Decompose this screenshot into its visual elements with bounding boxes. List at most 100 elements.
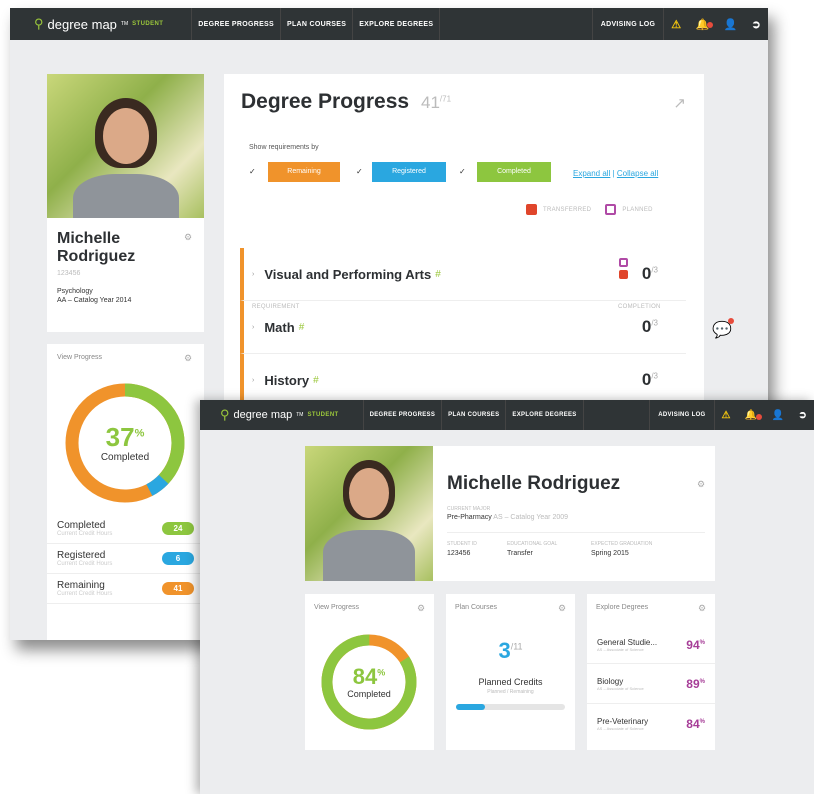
- planned-count: 3/11: [498, 638, 523, 663]
- share-icon[interactable]: ↗: [673, 94, 686, 112]
- check-icon[interactable]: ✓: [459, 168, 467, 176]
- requirement-count: 0/3: [641, 317, 658, 336]
- filter-registered[interactable]: Registered: [372, 162, 446, 182]
- map-pin-icon: ⚲: [220, 407, 230, 422]
- nav-plan-courses[interactable]: PLAN COURSES: [279, 8, 352, 40]
- progress-percent: 37%: [105, 422, 145, 452]
- nav-plan-courses[interactable]: PLAN COURSES: [441, 400, 505, 430]
- gear-icon[interactable]: ⚙: [184, 353, 192, 364]
- profile-card: Michelle Rodriguez ⚙ 123456 Psychology A…: [47, 74, 204, 332]
- profile-photo: [305, 446, 433, 581]
- check-icon[interactable]: ✓: [356, 168, 364, 176]
- card-title: View Progress: [57, 354, 103, 361]
- hash-icon: #: [313, 374, 319, 386]
- notification-dot: [707, 21, 714, 28]
- student-id-label: STUDENT ID: [447, 541, 477, 547]
- gear-icon[interactable]: ⚙: [184, 232, 192, 243]
- filter-completed[interactable]: Completed: [477, 162, 551, 182]
- gear-icon[interactable]: ⚙: [698, 603, 706, 614]
- count-badge: 6: [162, 552, 194, 565]
- progress-row[interactable]: Registered Current Credit Hours 6: [47, 544, 204, 574]
- card-title: Explore Degrees: [596, 604, 649, 611]
- card-title: Plan Courses: [455, 604, 498, 611]
- count-badge: 24: [162, 522, 194, 535]
- warning-icon[interactable]: ⚠: [715, 410, 738, 421]
- filter-bar: ✓ Remaining ✓ Registered ✓ Completed Exp…: [249, 162, 658, 182]
- card-title: View Progress: [314, 604, 360, 611]
- nav-explore-degrees[interactable]: EXPLORE DEGREES: [352, 8, 441, 40]
- hash-icon: #: [435, 268, 441, 280]
- list-item[interactable]: Biology AS – Associate of Science 89%: [587, 664, 715, 704]
- progress-rows: Completed Current Credit Hours 24 Registere…: [47, 514, 204, 604]
- warning-icon[interactable]: ⚠: [664, 18, 688, 31]
- transferred-icon: [526, 204, 537, 215]
- count-badge: 41: [162, 582, 194, 595]
- expand-collapse: Expand all | Collapse all: [573, 169, 659, 178]
- transferred-icon: [619, 270, 628, 279]
- top-nav: ⚲ degree map TM STUDENT DEGREE PROGRESS P…: [10, 8, 768, 40]
- planned-icon: [605, 204, 617, 215]
- list-item[interactable]: Pre-Veterinary AS – Associate of Science …: [587, 704, 715, 744]
- student-major: Pre-Pharmacy AS – Catalog Year 2009: [447, 514, 569, 521]
- gear-icon[interactable]: ⚙: [417, 603, 425, 614]
- gear-icon[interactable]: ⚙: [697, 479, 705, 490]
- bell-icon[interactable]: 🔔: [738, 410, 765, 421]
- progress-row[interactable]: Remaining Current Credit Hours 41: [47, 574, 204, 604]
- expand-all-link[interactable]: Expand all: [573, 169, 610, 178]
- profile-photo: [47, 74, 204, 218]
- logo[interactable]: ⚲ degree map TM STUDENT: [10, 16, 191, 32]
- nav-degree-progress[interactable]: DEGREE PROGRESS: [191, 8, 280, 40]
- list-item[interactable]: General Studie... AS – Associate of Scien…: [587, 626, 715, 664]
- requirement-count: 0/3: [641, 264, 658, 283]
- planned-label: Planned Credits: [478, 677, 543, 687]
- legend: TRANSFERRED PLANNED: [526, 204, 653, 215]
- nav-degree-progress[interactable]: DEGREE PROGRESS: [362, 400, 442, 430]
- progress-percent: 84%: [352, 664, 386, 689]
- student-id: 123456: [447, 550, 471, 557]
- degree-progress-panel: Degree Progress 41/71 ↗ Show requirement…: [224, 74, 704, 414]
- requirement-list: › Visual and Performing Arts # 0/3 › Math…: [240, 248, 686, 407]
- logo[interactable]: ⚲ degree map TM STUDENT: [200, 407, 363, 423]
- profile-card: Michelle Rodriguez ⚙ CURRENT MAJOR Pre-P…: [305, 446, 715, 581]
- hash-icon: #: [298, 321, 305, 333]
- expand-arrow-icon[interactable]: ›: [252, 324, 254, 331]
- filter-remaining[interactable]: Remaining: [268, 162, 340, 182]
- user-icon[interactable]: 👤: [765, 410, 792, 421]
- check-icon[interactable]: ✓: [249, 168, 257, 176]
- planned-sub: Planned / Remaining: [487, 689, 534, 695]
- student-major: Psychology: [57, 288, 93, 295]
- explore-degrees-card: Explore Degrees ⚙ General Studie... AS – …: [587, 594, 715, 750]
- bell-icon[interactable]: 🔔: [688, 18, 716, 31]
- progress-row[interactable]: Completed Current Credit Hours 24: [47, 514, 204, 544]
- graduation-label: EXPECTED GRADUATION: [591, 541, 653, 547]
- logout-icon[interactable]: ➲: [791, 410, 814, 421]
- expand-arrow-icon[interactable]: ›: [252, 271, 254, 278]
- show-by-label: Show requirements by: [249, 144, 319, 151]
- progress-label: Completed: [100, 452, 150, 463]
- collapse-all-link[interactable]: Collapse all: [617, 169, 658, 178]
- map-pin-icon: ⚲: [34, 16, 44, 31]
- planned-icon: [619, 258, 628, 267]
- notification-dot: [755, 413, 762, 420]
- progress-label: Completed: [347, 689, 391, 699]
- credit-count: 41/71: [421, 93, 452, 112]
- logout-icon[interactable]: ➲: [744, 18, 768, 31]
- gear-icon[interactable]: ⚙: [558, 603, 566, 614]
- nav-advising-log[interactable]: ADVISING LOG: [649, 400, 715, 430]
- planned-progress-bar: [456, 704, 565, 710]
- edu-goal-label: EDUCATIONAL GOAL: [507, 541, 558, 547]
- nav-explore-degrees[interactable]: EXPLORE DEGREES: [505, 400, 584, 430]
- requirement-row[interactable]: › Math # 0/3: [240, 301, 686, 354]
- student-name: Michelle Rodriguez: [57, 230, 136, 265]
- requirement-row[interactable]: › Visual and Performing Arts # 0/3: [240, 248, 686, 301]
- chat-icon[interactable]: 💬: [712, 318, 734, 340]
- requirement-count: 0/3: [641, 370, 658, 389]
- user-icon[interactable]: 👤: [716, 18, 744, 31]
- degree-list: General Studie... AS – Associate of Scien…: [587, 626, 715, 744]
- major-label: CURRENT MAJOR: [447, 506, 491, 512]
- student-name: Michelle Rodriguez: [447, 473, 621, 494]
- nav-advising-log[interactable]: ADVISING LOG: [591, 8, 665, 40]
- expand-arrow-icon[interactable]: ›: [252, 377, 254, 384]
- edu-goal: Transfer: [507, 550, 533, 557]
- planned-progress-fill: [456, 704, 486, 710]
